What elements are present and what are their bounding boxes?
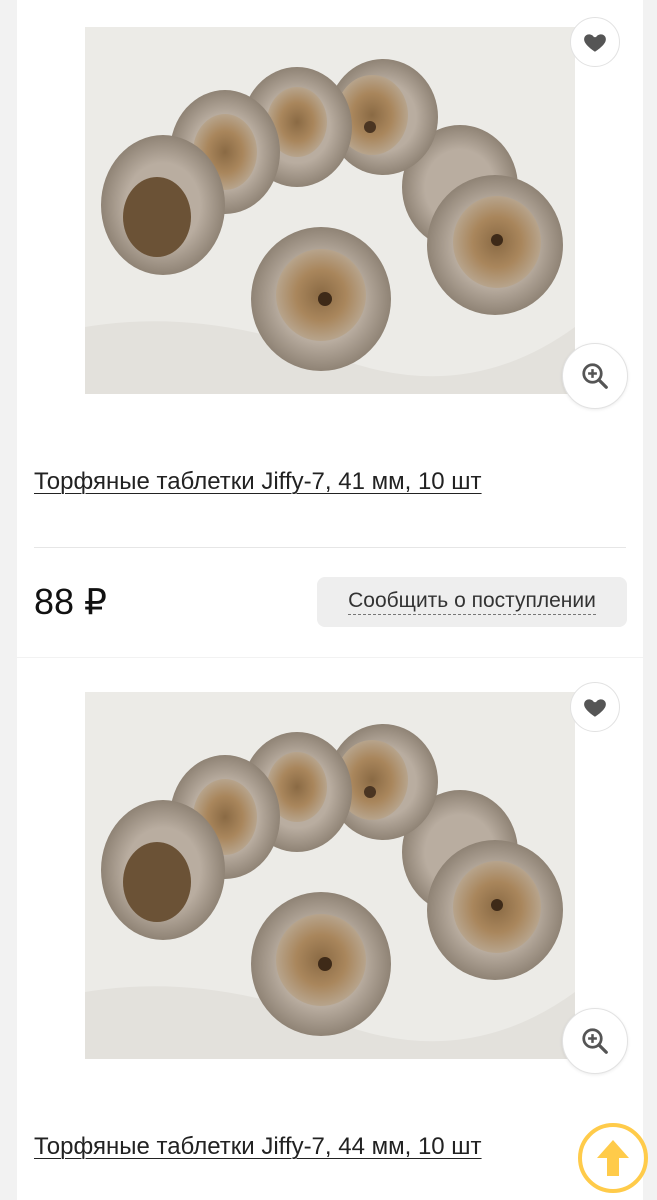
notify-button[interactable]: Сообщить о поступлении — [317, 577, 627, 627]
zoom-in-icon — [580, 361, 610, 391]
zoom-button[interactable] — [562, 1008, 628, 1074]
product-title-link[interactable]: Торфяные таблетки Jiffy-7, 41 мм, 10 шт — [34, 467, 482, 497]
product-list: Торфяные таблетки Jiffy-7, 41 мм, 10 шт … — [17, 0, 643, 1200]
product-card: Торфяные таблетки Jiffy-7, 44 мм, 10 шт — [17, 658, 643, 1200]
product-title-link[interactable]: Торфяные таблетки Jiffy-7, 44 мм, 10 шт — [34, 1132, 482, 1162]
scroll-to-top-button[interactable] — [578, 1123, 648, 1193]
heart-icon — [582, 29, 608, 55]
product-image[interactable] — [85, 692, 575, 1059]
product-image[interactable] — [85, 27, 575, 394]
notify-button-label: Сообщить о поступлении — [348, 589, 596, 615]
divider — [34, 547, 626, 548]
favorite-button[interactable] — [570, 17, 620, 67]
zoom-button[interactable] — [562, 343, 628, 409]
product-price: 88 ₽ — [34, 581, 107, 622]
zoom-in-icon — [580, 1026, 610, 1056]
product-card: Торфяные таблетки Jiffy-7, 41 мм, 10 шт … — [17, 0, 643, 657]
arrow-up-icon — [597, 1140, 629, 1176]
favorite-button[interactable] — [570, 682, 620, 732]
heart-icon — [582, 694, 608, 720]
